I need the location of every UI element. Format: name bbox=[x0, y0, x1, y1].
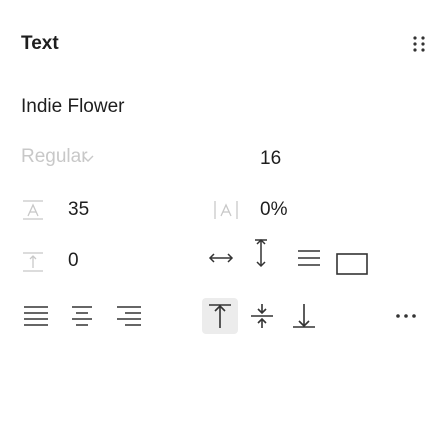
paragraph-spacing-input[interactable]: 0 bbox=[68, 250, 79, 272]
line-height-icon bbox=[21, 198, 45, 222]
line-height-input[interactable]: 35 bbox=[68, 199, 89, 221]
font-size-input[interactable]: 16 bbox=[260, 148, 281, 170]
align-right-icon[interactable] bbox=[115, 302, 143, 330]
align-left-icon[interactable] bbox=[22, 302, 50, 330]
fixed-box-icon[interactable] bbox=[336, 253, 368, 281]
fixed-size-icon[interactable] bbox=[295, 244, 323, 272]
letter-spacing-input[interactable]: 0% bbox=[260, 199, 287, 221]
align-bottom-icon[interactable] bbox=[290, 302, 318, 330]
letter-spacing-icon bbox=[213, 198, 239, 222]
auto-width-icon[interactable] bbox=[207, 244, 235, 272]
grid-dots-icon[interactable] bbox=[409, 34, 429, 54]
align-middle-icon[interactable] bbox=[248, 302, 276, 330]
font-style-select[interactable]: Regular bbox=[21, 146, 88, 168]
chevron-down-icon[interactable] bbox=[80, 150, 96, 166]
more-options-icon[interactable] bbox=[392, 302, 420, 330]
font-family-select[interactable]: Indie Flower bbox=[21, 96, 125, 118]
auto-height-icon[interactable] bbox=[247, 236, 275, 268]
paragraph-spacing-icon bbox=[21, 250, 45, 274]
align-center-icon[interactable] bbox=[68, 302, 96, 330]
align-top-icon[interactable] bbox=[206, 302, 234, 330]
section-title: Text bbox=[21, 33, 59, 54]
